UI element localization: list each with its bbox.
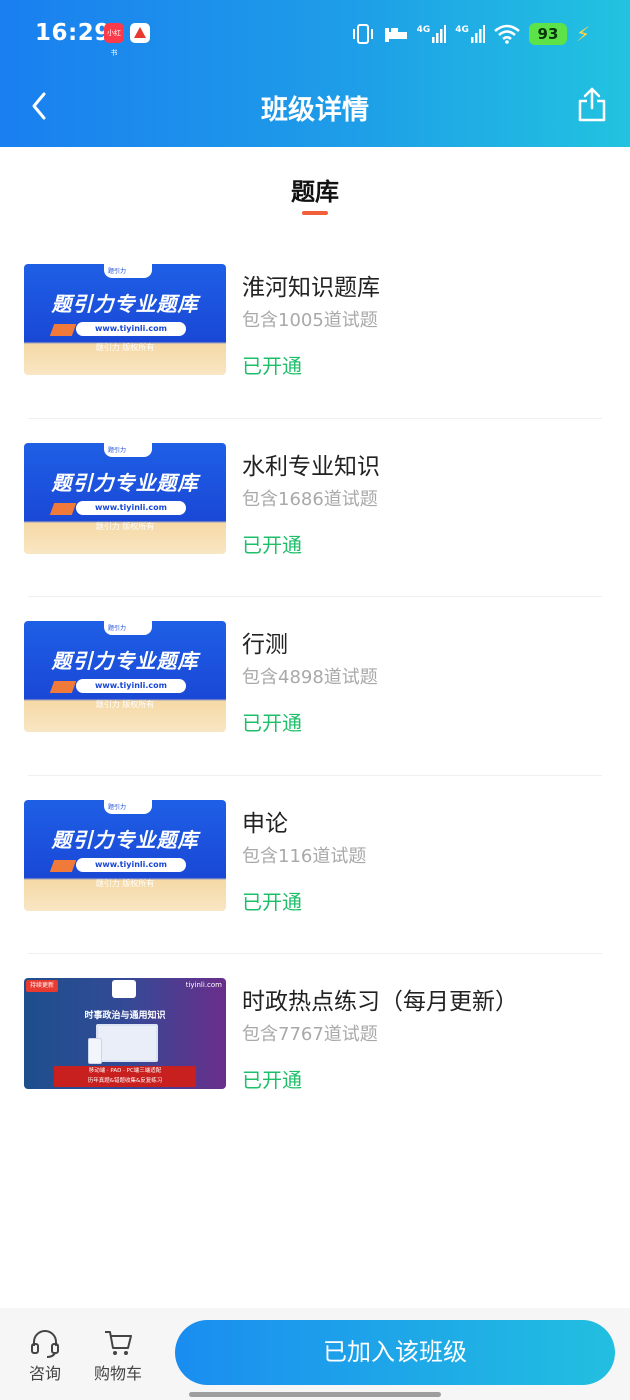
bottom-bar: 咨询 购物车 已加入该班级	[0, 1308, 630, 1400]
consult-label: 咨询	[28, 1364, 61, 1383]
joined-class-button[interactable]: 已加入该班级	[175, 1320, 615, 1385]
cart-button[interactable]: 购物车	[88, 1328, 148, 1384]
thumbnail-url: www.tiyinli.com	[76, 679, 186, 693]
bed-icon	[384, 28, 407, 42]
status-bar: 16:29 小红书 4G 4G 93 ⚡	[0, 0, 630, 68]
book-icon	[49, 324, 77, 336]
thumbnail-brand-tab: 题引力	[104, 799, 152, 814]
thumbnail-tag: 持续更新	[26, 980, 59, 992]
network-label-1: 4G	[416, 25, 431, 35]
item-title: 淮河知识题库	[242, 275, 380, 301]
thumbnail-copyright: 题引力 版权所有	[95, 343, 155, 352]
tab-question-bank[interactable]: 题库	[0, 172, 630, 207]
banner-line-1: 移动端 · PAD · PC端三端适配	[88, 1068, 162, 1074]
cart-label: 购物车	[93, 1364, 142, 1383]
course-thumbnail: 题引力 题引力专业题库 www.tiyinli.com 题引力 版权所有	[24, 264, 226, 375]
list-item[interactable]: 题引力 题引力专业题库 www.tiyinli.com 题引力 版权所有 淮河知…	[0, 240, 630, 419]
list-item[interactable]: 题引力 题引力专业题库 www.tiyinli.com 题引力 版权所有 行测 …	[0, 597, 630, 776]
item-count: 包含7767道试题	[242, 1024, 378, 1045]
phone-icon	[88, 1038, 102, 1064]
list-item[interactable]: 题引力 题引力专业题库 www.tiyinli.com 题引力 版权所有 申论 …	[0, 776, 630, 954]
thumbnail-brand: 题引力	[108, 625, 127, 632]
thumbnail-brand-tab: 题引力	[104, 264, 152, 278]
item-title: 申论	[242, 810, 288, 837]
wifi-icon	[494, 24, 520, 44]
thumbnail-domain: tiyinli.com	[185, 981, 222, 989]
thumbnail-brand: 题引力	[108, 268, 127, 275]
battery-indicator: 93	[528, 23, 567, 45]
consult-button[interactable]: 咨询	[15, 1328, 75, 1384]
list-item[interactable]: 题引力 题引力专业题库 www.tiyinli.com 题引力 版权所有 水利专…	[0, 419, 630, 597]
item-status: 已开通	[242, 1068, 302, 1092]
thumbnail-copyright: 题引力 版权所有	[95, 878, 155, 888]
signal-2: 4G	[455, 25, 485, 43]
thumbnail-headline: 题引力专业题库	[51, 470, 199, 495]
thumbnail-url: www.tiyinli.com	[76, 500, 186, 515]
course-thumbnail: 持续更新 tiyinli.com 时事政治与通用知识 移动端 · PAD · P…	[24, 978, 226, 1089]
thumbnail-url: www.tiyinli.com	[76, 857, 186, 872]
thumbnail-banner: 移动端 · PAD · PC端三端适配 历年真题&错题收集&反复练习	[54, 1066, 196, 1087]
brand-logo-icon	[112, 980, 136, 998]
signal-bars-icon	[432, 25, 447, 43]
thumbnail-brand-tab: 题引力	[104, 621, 152, 635]
item-status: 已开通	[242, 711, 302, 735]
thumbnail-headline: 题引力专业题库	[51, 292, 199, 316]
item-title: 时政热点练习（每月更新）	[242, 989, 518, 1015]
charging-icon: ⚡	[575, 22, 590, 46]
item-status: 已开通	[242, 532, 302, 557]
item-count: 包含1005道试题	[242, 310, 378, 331]
signal-1: 4G	[417, 25, 447, 43]
thumbnail-headline: 题引力专业题库	[51, 649, 199, 673]
course-thumbnail: 题引力 题引力专业题库 www.tiyinli.com 题引力 版权所有	[24, 442, 226, 554]
vibrate-icon	[352, 24, 373, 44]
course-thumbnail: 题引力 题引力专业题库 www.tiyinli.com 题引力 版权所有	[24, 799, 226, 911]
book-icon	[49, 681, 77, 693]
header: 16:29 小红书 4G 4G 93 ⚡ 班级详情	[0, 0, 630, 147]
monitor-icon	[96, 1024, 158, 1062]
signal-bars-icon	[470, 25, 485, 43]
nav-bar: 班级详情	[0, 68, 630, 147]
thumbnail-brand-tab: 题引力	[104, 442, 152, 457]
item-title: 水利专业知识	[242, 453, 380, 480]
list-item[interactable]: 持续更新 tiyinli.com 时事政治与通用知识 移动端 · PAD · P…	[0, 954, 630, 1133]
course-thumbnail: 题引力 题引力专业题库 www.tiyinli.com 题引力 版权所有	[24, 621, 226, 732]
xiaohongshu-app-icon: 小红书	[104, 23, 124, 57]
headset-icon	[31, 1330, 59, 1358]
banner-line-2: 历年真题&错题收集&反复练习	[87, 1078, 163, 1084]
item-count: 包含1686道试题	[242, 488, 378, 510]
item-count: 包含4898道试题	[242, 667, 378, 688]
item-status: 已开通	[242, 889, 302, 914]
notification-app-icon	[130, 23, 150, 43]
active-tab-indicator	[302, 211, 328, 215]
network-label-2: 4G	[455, 25, 469, 35]
page-title: 班级详情	[261, 95, 369, 126]
book-icon	[49, 859, 77, 872]
home-indicator[interactable]	[189, 1392, 441, 1397]
item-title: 行测	[242, 632, 288, 658]
item-status: 已开通	[242, 354, 302, 378]
thumbnail-copyright: 题引力 版权所有	[95, 521, 155, 531]
share-icon[interactable]	[576, 84, 608, 124]
thumbnail-brand: 题引力	[108, 803, 127, 811]
shopping-cart-icon	[105, 1331, 132, 1355]
status-icons: 4G 4G 93 ⚡	[351, 19, 590, 49]
question-bank-list: 题引力 题引力专业题库 www.tiyinli.com 题引力 版权所有 淮河知…	[0, 240, 630, 1133]
thumbnail-brand: 题引力	[108, 446, 127, 454]
book-icon	[49, 502, 77, 515]
item-count: 包含116道试题	[242, 845, 367, 867]
thumbnail-subtitle: 时事政治与通用知识	[84, 1011, 166, 1021]
thumbnail-url: www.tiyinli.com	[76, 322, 186, 336]
thumbnail-headline: 题引力专业题库	[51, 827, 199, 852]
thumbnail-copyright: 题引力 版权所有	[95, 700, 155, 709]
status-time: 16:29	[35, 20, 111, 46]
